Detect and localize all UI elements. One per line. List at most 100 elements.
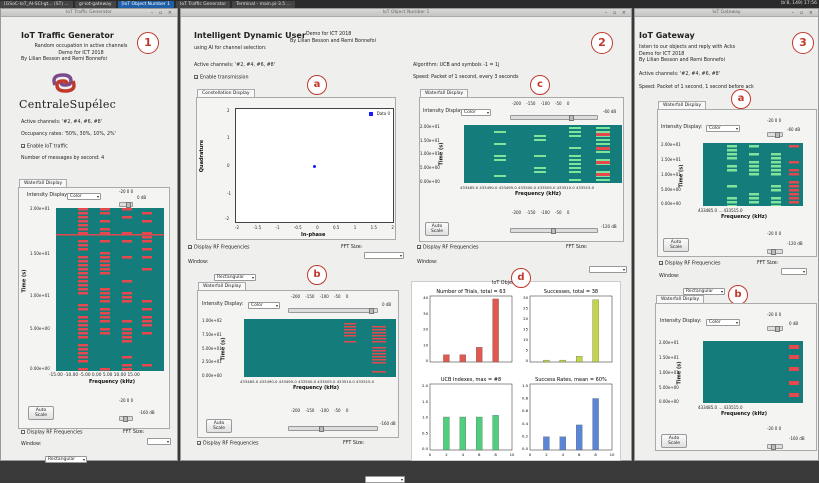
ytick: 5.00e+00 — [30, 326, 50, 331]
description-line: By Lilian Besson and Remi Bonnefoi — [21, 57, 107, 62]
waterfall-mark — [771, 189, 781, 192]
ytick: 1.00e+01 — [30, 293, 50, 298]
enable-transmission-checkbox[interactable]: ✓ Enable transmission — [194, 75, 249, 82]
auto-scale-button[interactable]: Auto Scale — [661, 434, 687, 448]
waterfall-mark — [569, 159, 581, 161]
display-rf-checkbox[interactable]: ✓ Display RF Frequencies — [417, 245, 479, 252]
checkbox-icon[interactable]: ✓ — [21, 144, 25, 149]
y-axis-label: Time (s) — [676, 361, 683, 385]
window-titlebar[interactable]: IoT Object Number 1 – ▫ × — [181, 9, 631, 17]
chart-ytick: 1.0 — [522, 383, 529, 388]
traffic-mark — [122, 320, 132, 323]
enable-iot-traffic-checkbox[interactable]: ✓ Enable IoT traffic — [21, 144, 68, 151]
fft-size-select[interactable] — [147, 438, 171, 445]
description-line: listen to our objects and reply with Ack… — [639, 45, 736, 50]
chart-ytick: 1.5 — [422, 399, 429, 404]
tab-waterfall[interactable]: Waterfall Display — [656, 295, 705, 303]
ytick: 0.00e+00 — [30, 366, 50, 371]
ytick: 1.00e+02 — [202, 318, 222, 323]
checkbox-icon[interactable]: ✓ — [197, 441, 201, 446]
window-titlebar[interactable]: IoT Traffic Generator – ▫ × — [1, 9, 177, 17]
taskbar-item[interactable]: gr-iot-gateway — [74, 0, 116, 8]
bottom-slider[interactable] — [767, 444, 783, 450]
display-rf-checkbox[interactable]: ✓ Display RF Frequencies — [197, 441, 259, 448]
intensity-slider[interactable] — [119, 202, 133, 208]
intensity-select[interactable]: Color — [67, 193, 101, 200]
intensity-slider[interactable] — [510, 115, 598, 121]
taskbar-item[interactable]: Terminal - main.pi-3.5 ... — [232, 0, 295, 8]
checkbox-icon[interactable]: ✓ — [194, 75, 198, 80]
tab-waterfall[interactable]: Waterfall Display — [19, 179, 68, 187]
bottom-slider[interactable] — [767, 249, 783, 255]
intensity-select[interactable]: Color — [706, 125, 740, 132]
description: Random occupation in active channels Dem… — [21, 44, 141, 64]
waterfall-mark — [789, 367, 799, 371]
fft-size-select[interactable] — [589, 266, 627, 273]
auto-scale-button[interactable]: Auto Scale — [663, 238, 689, 252]
top-db-label: -60 dB — [603, 109, 617, 114]
intensity-slider[interactable] — [767, 326, 783, 332]
checkbox-icon[interactable]: ✓ — [659, 261, 663, 266]
traffic-mark — [122, 280, 132, 283]
intensity-select[interactable]: Color — [461, 109, 491, 116]
bottom-slider[interactable] — [119, 416, 133, 422]
bottom-slider[interactable] — [288, 426, 378, 432]
fft-size-select[interactable] — [365, 476, 405, 483]
chart-ytick: 20 — [423, 327, 428, 332]
system-tray: (b'8, 149) 17:56 — [781, 1, 817, 6]
display-rf-checkbox[interactable]: ✓ Display RF Frequencies — [659, 261, 721, 268]
waterfall-mark — [789, 345, 799, 349]
chart-bar — [576, 356, 583, 363]
tab-waterfall[interactable]: Waterfall Display — [198, 282, 247, 290]
taskbar-item[interactable]: [GSoC-IoT_AI-SCI-gt... (ST) ... — [0, 0, 73, 8]
waterfall-mark — [749, 145, 759, 148]
window-controls[interactable]: – ▫ × — [792, 9, 815, 17]
chart-xtick: 6 — [478, 452, 481, 457]
intensity-slider[interactable] — [288, 308, 378, 314]
window-select[interactable]: Rectangular — [214, 274, 256, 281]
auto-scale-button[interactable]: Auto Scale — [28, 406, 54, 420]
intensity-select[interactable]: Color — [706, 319, 740, 326]
tab-constellation[interactable]: Constellation Display — [197, 89, 255, 97]
intensity-slider[interactable] — [767, 132, 783, 138]
ytick: 1.50e+01 — [30, 251, 50, 256]
waterfall-mark — [789, 161, 799, 164]
display-rf-checkbox[interactable]: Display RF Frequencies — [21, 430, 83, 437]
taskbar-item[interactable]: [IoT Object Number 1 — [117, 0, 175, 8]
auto-scale-button[interactable]: Auto Scale — [206, 419, 232, 433]
fft-size-select[interactable] — [364, 252, 404, 259]
ytick: 2.50e+01 — [202, 359, 222, 364]
intensity-select[interactable]: Color — [248, 302, 280, 309]
auto-scale-button[interactable]: Auto Scale — [425, 222, 449, 236]
traffic-mark — [122, 356, 132, 359]
waterfall-mark — [727, 169, 737, 172]
waterfall-mark — [534, 135, 546, 137]
waterfall-mark — [789, 181, 799, 184]
traffic-mark — [78, 264, 88, 267]
waterfall-mark — [569, 155, 581, 157]
chart-ytick: 0 — [526, 358, 529, 363]
bottom-db-label: -160 dB — [789, 436, 805, 441]
window-controls[interactable]: – ▫ × — [605, 9, 628, 17]
window-select[interactable]: Rectangular — [683, 288, 725, 295]
fft-size-select[interactable] — [781, 268, 807, 275]
ytick: 7.50e+01 — [202, 332, 222, 337]
display-rf-checkbox[interactable]: ✓ Display RF Frequencies — [188, 245, 250, 252]
tab-waterfall[interactable]: Waterfall Display — [658, 101, 707, 109]
taskbar-item[interactable]: IoT Traffic Generator — [176, 0, 231, 8]
waterfall-mark — [771, 157, 781, 160]
window-titlebar[interactable]: IoT Gateway – ▫ × — [635, 9, 818, 17]
waterfall-mark — [372, 335, 386, 337]
waterfall-mark — [727, 165, 737, 168]
top-db-label: 0 dB — [789, 321, 799, 326]
checkbox-icon[interactable]: ✓ — [188, 245, 192, 250]
window-controls[interactable]: – ▫ × — [151, 9, 174, 17]
checkbox-icon[interactable] — [21, 430, 25, 434]
waterfall-plot — [244, 319, 396, 377]
chart-title: UCB Indexes, max = #8 — [441, 377, 501, 383]
tab-waterfall[interactable]: Waterfall Display — [420, 89, 469, 97]
window-select[interactable]: Rectangular — [45, 456, 87, 463]
waterfall-mark — [494, 159, 506, 161]
checkbox-icon[interactable]: ✓ — [417, 245, 421, 250]
bottom-slider[interactable] — [510, 228, 598, 234]
